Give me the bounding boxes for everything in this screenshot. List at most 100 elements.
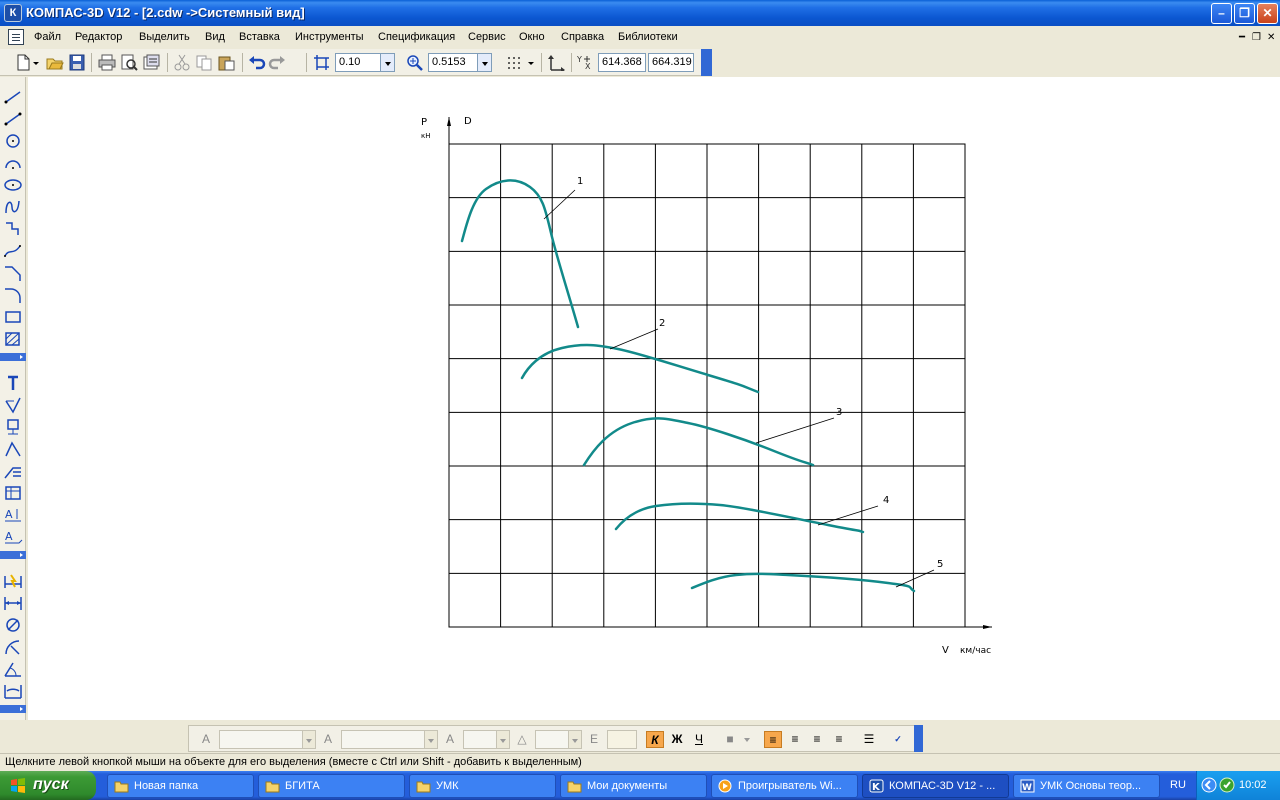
- circle-icon[interactable]: [3, 132, 23, 150]
- menu-libraries[interactable]: Библиотеки: [618, 31, 678, 43]
- paste-icon[interactable]: [217, 54, 235, 71]
- fillet-icon[interactable]: [3, 286, 23, 304]
- new-document-icon[interactable]: [14, 54, 32, 71]
- print-preview-icon[interactable]: [120, 54, 138, 71]
- arc-icon[interactable]: [3, 154, 23, 172]
- redo-icon[interactable]: [268, 54, 286, 71]
- antivirus-tray-icon[interactable]: [1219, 777, 1235, 793]
- step-input[interactable]: 0.10: [335, 53, 381, 72]
- angular-dimension-icon[interactable]: [3, 660, 23, 678]
- text-icon[interactable]: [3, 374, 23, 392]
- underline-button[interactable]: Ч: [690, 731, 708, 748]
- grid-icon[interactable]: [506, 54, 524, 71]
- style-select[interactable]: [219, 730, 303, 749]
- align-center-button[interactable]: ≡: [786, 731, 804, 748]
- cursor-y-field[interactable]: 664.319: [648, 53, 694, 72]
- tray-expand-icon[interactable]: [1201, 777, 1217, 793]
- spacing-select[interactable]: [535, 730, 569, 749]
- numbered-list-button[interactable]: ☰: [860, 731, 878, 748]
- language-indicator[interactable]: RU: [1170, 779, 1186, 791]
- diameter-dimension-icon[interactable]: [3, 616, 23, 634]
- toolbar-options-grip[interactable]: [701, 49, 712, 76]
- point-icon[interactable]: [3, 88, 23, 106]
- base-mark-icon[interactable]: [3, 440, 23, 458]
- table-icon[interactable]: [3, 484, 23, 502]
- doc-restore-button[interactable]: ❐: [1252, 32, 1261, 43]
- grid-dropdown-icon[interactable]: [527, 54, 535, 71]
- task-umk[interactable]: УМК: [409, 774, 556, 798]
- menu-help[interactable]: Справка: [561, 31, 604, 43]
- task-new-folder[interactable]: Новая папка: [107, 774, 254, 798]
- task-kompas[interactable]: K КОМПАС-3D V12 - ...: [862, 774, 1009, 798]
- clock[interactable]: 10:02: [1239, 779, 1267, 791]
- text-spacing-icon[interactable]: △: [513, 731, 531, 748]
- bezier-icon[interactable]: [3, 242, 23, 260]
- save-icon[interactable]: [68, 54, 86, 71]
- menu-edit[interactable]: Редактор: [75, 31, 122, 43]
- linear-dimension-icon[interactable]: [3, 594, 23, 612]
- font-size-dropdown[interactable]: [496, 730, 510, 749]
- spacing-dropdown[interactable]: [568, 730, 582, 749]
- undo-icon[interactable]: [248, 54, 266, 71]
- step-dropdown[interactable]: [380, 53, 395, 72]
- close-button[interactable]: ✕: [1257, 3, 1278, 24]
- zoom-icon[interactable]: [406, 54, 424, 71]
- font-dropdown[interactable]: [424, 730, 438, 749]
- case-field[interactable]: [607, 730, 637, 749]
- text-style-icon[interactable]: A: [197, 731, 215, 748]
- cursor-x-field[interactable]: 614.368: [598, 53, 646, 72]
- cut-icon[interactable]: [173, 54, 191, 71]
- bold-button[interactable]: Ж: [668, 731, 686, 748]
- print-icon[interactable]: [98, 54, 116, 71]
- roughness-icon[interactable]: [3, 396, 23, 414]
- text-align-icon[interactable]: A: [3, 506, 23, 524]
- document-icon[interactable]: [8, 29, 24, 45]
- menu-tools[interactable]: Инструменты: [295, 31, 364, 43]
- auto-dimension-icon[interactable]: [3, 572, 23, 590]
- zoom-dropdown[interactable]: [477, 53, 492, 72]
- font-select[interactable]: [341, 730, 425, 749]
- rectangle-icon[interactable]: [3, 308, 23, 326]
- menu-service[interactable]: Сервис: [468, 31, 506, 43]
- align-left-button[interactable]: ≡: [764, 731, 782, 748]
- font-icon[interactable]: A: [319, 731, 337, 748]
- polyline-icon[interactable]: [3, 220, 23, 238]
- hatch-icon[interactable]: [3, 330, 23, 348]
- kompas-app-icon[interactable]: К: [4, 4, 22, 22]
- local-cs-icon[interactable]: [547, 54, 565, 71]
- text-color-dropdown[interactable]: [741, 730, 755, 749]
- properties-icon[interactable]: [142, 54, 160, 71]
- geometry-group-toggle[interactable]: [0, 353, 26, 361]
- font-size-select[interactable]: [463, 730, 497, 749]
- style-dropdown[interactable]: [302, 730, 316, 749]
- annotation-group-toggle[interactable]: [0, 551, 26, 559]
- task-bgita[interactable]: БГИТА: [258, 774, 405, 798]
- abc-case-icon[interactable]: Е: [585, 731, 603, 748]
- doc-minimize-button[interactable]: ━: [1239, 32, 1245, 43]
- doc-close-button[interactable]: ✕: [1267, 32, 1275, 43]
- task-word-doc[interactable]: W УМК Основы теор...: [1013, 774, 1160, 798]
- menu-select[interactable]: Выделить: [139, 31, 190, 43]
- task-my-documents[interactable]: Мои документы: [560, 774, 707, 798]
- new-dropdown-icon[interactable]: [32, 54, 40, 71]
- start-button[interactable]: пуск: [0, 771, 96, 800]
- minimize-button[interactable]: –: [1211, 3, 1232, 24]
- copy-icon[interactable]: [195, 54, 213, 71]
- ellipse-icon[interactable]: [3, 176, 23, 194]
- snap-step-icon[interactable]: [313, 54, 331, 71]
- menu-specification[interactable]: Спецификация: [378, 31, 455, 43]
- restore-button[interactable]: ❐: [1234, 3, 1255, 24]
- chamfer-icon[interactable]: [3, 264, 23, 282]
- text-leader-icon[interactable]: A: [3, 528, 23, 546]
- italic-button[interactable]: К: [646, 731, 664, 748]
- drawing-canvas[interactable]: P кН D V км/час 1 2 3 4 5: [28, 77, 1280, 720]
- align-justify-button[interactable]: ≡: [830, 731, 848, 748]
- menu-file[interactable]: Файл: [34, 31, 61, 43]
- leader-icon[interactable]: [3, 462, 23, 480]
- menu-insert[interactable]: Вставка: [239, 31, 280, 43]
- align-right-button[interactable]: ≡: [808, 731, 826, 748]
- spell-check-icon[interactable]: ✓: [889, 731, 907, 748]
- text-toolbar-grip[interactable]: [914, 725, 923, 752]
- radial-dimension-icon[interactable]: [3, 638, 23, 656]
- open-folder-icon[interactable]: [46, 54, 64, 71]
